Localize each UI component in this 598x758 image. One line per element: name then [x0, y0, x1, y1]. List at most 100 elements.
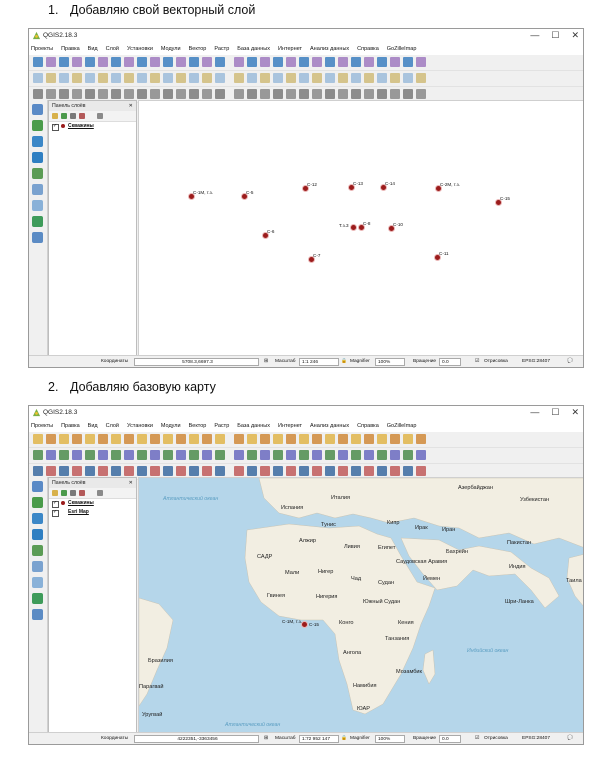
zoom-out-icon[interactable] [33, 89, 43, 99]
identify-icon[interactable] [403, 434, 413, 444]
refresh-icon[interactable] [137, 57, 147, 67]
attribute-table-icon[interactable] [111, 89, 121, 99]
coordinate-field[interactable]: 5708.3,6697.3 [134, 358, 259, 366]
save-project-icon[interactable] [234, 466, 244, 476]
select-icon[interactable] [46, 434, 56, 444]
refresh-icon[interactable] [325, 57, 335, 67]
attribute-table-icon[interactable] [150, 73, 160, 83]
zoom-full-icon[interactable] [111, 466, 121, 476]
menu-item[interactable]: GoZilleImap [387, 46, 417, 52]
measure-icon[interactable] [390, 450, 400, 460]
open-project-icon[interactable] [234, 57, 244, 67]
select-icon[interactable] [416, 434, 426, 444]
open-project-icon[interactable] [338, 89, 348, 99]
pan-icon[interactable] [72, 466, 82, 476]
zoom-out-icon[interactable] [111, 57, 121, 67]
zoom-in-icon[interactable] [124, 450, 134, 460]
well-point[interactable] [351, 225, 356, 230]
pan-icon[interactable] [85, 57, 95, 67]
measure-icon[interactable] [163, 466, 173, 476]
help-icon[interactable] [273, 434, 283, 444]
zoom-in-icon[interactable] [202, 89, 212, 99]
zoom-in-icon[interactable] [85, 466, 95, 476]
select-icon[interactable] [312, 73, 322, 83]
print-icon[interactable] [403, 73, 413, 83]
zoom-out-icon[interactable] [364, 434, 374, 444]
menu-item[interactable]: Растр [214, 423, 229, 429]
help-icon[interactable] [46, 450, 56, 460]
add-raster-layer-icon[interactable] [32, 120, 43, 131]
open-project-icon[interactable] [189, 73, 199, 83]
refresh-icon[interactable] [390, 434, 400, 444]
map-canvas[interactable]: Италия Испания Азербайджан Узбекистан Тунис К… [138, 477, 583, 733]
new-project-icon[interactable] [247, 450, 257, 460]
messages-icon[interactable]: 💬 [567, 359, 573, 364]
open-project-icon[interactable] [403, 466, 413, 476]
new-project-icon[interactable] [215, 57, 225, 67]
identify-icon[interactable] [260, 89, 270, 99]
attribute-table-icon[interactable] [403, 450, 413, 460]
maximize-button[interactable]: ☐ [551, 407, 559, 418]
select-icon[interactable] [163, 57, 173, 67]
extents-toggle-icon[interactable]: ⊞ [264, 736, 268, 741]
identify-icon[interactable] [215, 434, 225, 444]
identify-icon[interactable] [364, 450, 374, 460]
save-project-icon[interactable] [85, 450, 95, 460]
attribute-table-icon[interactable] [364, 466, 374, 476]
identify-icon[interactable] [299, 73, 309, 83]
zoom-out-icon[interactable] [215, 89, 225, 99]
zoom-full-icon[interactable] [150, 450, 160, 460]
add-wfs-layer-icon[interactable] [32, 168, 43, 179]
print-icon[interactable] [98, 450, 108, 460]
refresh-icon[interactable] [202, 434, 212, 444]
new-project-icon[interactable] [286, 434, 296, 444]
identify-icon[interactable] [176, 450, 186, 460]
help-icon[interactable] [163, 73, 173, 83]
zoom-out-icon[interactable] [137, 450, 147, 460]
menu-item[interactable]: Анализ данных [310, 423, 349, 429]
new-project-icon[interactable] [137, 89, 147, 99]
open-project-icon[interactable] [111, 434, 121, 444]
new-project-icon[interactable] [364, 73, 374, 83]
pan-icon[interactable] [150, 434, 160, 444]
add-group-icon[interactable] [61, 113, 67, 119]
save-project-icon[interactable] [124, 434, 134, 444]
add-wfs-layer-icon[interactable] [32, 545, 43, 556]
save-project-icon[interactable] [312, 434, 322, 444]
measure-icon[interactable] [176, 57, 186, 67]
expand-icon[interactable] [97, 490, 103, 496]
refresh-icon[interactable] [312, 466, 322, 476]
help-icon[interactable] [390, 57, 400, 67]
menu-item[interactable]: Слой [106, 46, 119, 52]
refresh-icon[interactable] [286, 73, 296, 83]
print-icon[interactable] [33, 73, 43, 83]
print-icon[interactable] [325, 434, 335, 444]
measure-icon[interactable] [137, 73, 147, 83]
add-vector-layer-icon[interactable] [32, 104, 43, 115]
help-icon[interactable] [202, 57, 212, 67]
measure-icon[interactable] [247, 434, 257, 444]
print-icon[interactable] [364, 89, 374, 99]
open-project-icon[interactable] [260, 450, 270, 460]
refresh-icon[interactable] [247, 89, 257, 99]
measure-icon[interactable] [59, 434, 69, 444]
layer-item-skvazhiny[interactable]: Скважины [49, 122, 136, 131]
zoom-in-icon[interactable] [390, 89, 400, 99]
new-project-icon[interactable] [98, 434, 108, 444]
zoom-out-icon[interactable] [299, 57, 309, 67]
measure-icon[interactable] [202, 450, 212, 460]
add-raster-layer-icon[interactable] [32, 497, 43, 508]
menu-item[interactable]: Установки [127, 423, 153, 429]
identify-icon[interactable] [111, 73, 121, 83]
minimize-button[interactable]: — [530, 30, 539, 41]
print-icon[interactable] [176, 89, 186, 99]
zoom-full-icon[interactable] [338, 450, 348, 460]
add-mssql-layer-icon[interactable] [32, 593, 43, 604]
layer-visibility-checkbox[interactable] [52, 508, 59, 517]
zoom-out-icon[interactable] [325, 450, 335, 460]
new-project-icon[interactable] [390, 466, 400, 476]
menu-item[interactable]: Модули [161, 46, 181, 52]
zoom-in-icon[interactable] [163, 434, 173, 444]
print-icon[interactable] [286, 450, 296, 460]
menu-item[interactable]: Слой [106, 423, 119, 429]
